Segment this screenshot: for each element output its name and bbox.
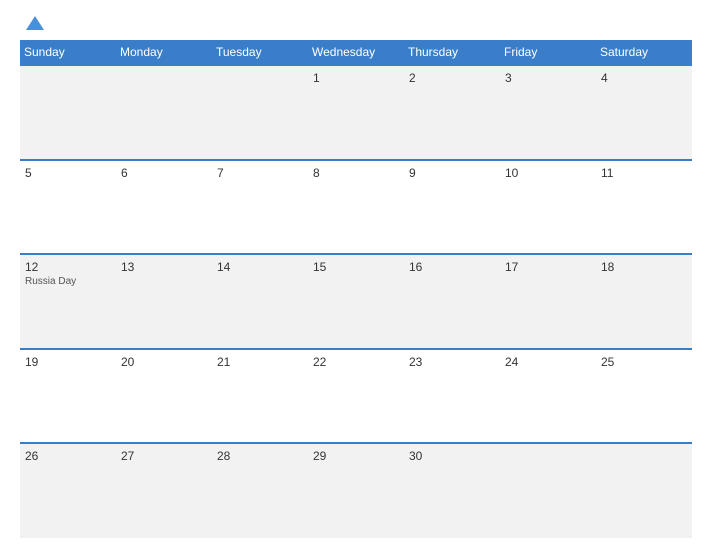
calendar-day: 6 (116, 160, 212, 255)
calendar-day: 23 (404, 349, 500, 444)
calendar-table: SundayMondayTuesdayWednesdayThursdayFrid… (20, 40, 692, 538)
calendar-day: 3 (500, 65, 596, 160)
weekday-header-saturday: Saturday (596, 40, 692, 65)
logo (20, 16, 50, 30)
calendar-day: 25 (596, 349, 692, 444)
calendar-day: 20 (116, 349, 212, 444)
calendar-day: 11 (596, 160, 692, 255)
calendar-day: 8 (308, 160, 404, 255)
weekday-header-friday: Friday (500, 40, 596, 65)
calendar-day: 4 (596, 65, 692, 160)
calendar-day: 17 (500, 254, 596, 349)
calendar-header: SundayMondayTuesdayWednesdayThursdayFrid… (20, 40, 692, 65)
calendar-day: 12Russia Day (20, 254, 116, 349)
calendar-body: 123456789101112Russia Day131415161718192… (20, 65, 692, 538)
weekday-header-row: SundayMondayTuesdayWednesdayThursdayFrid… (20, 40, 692, 65)
calendar-day: 29 (308, 443, 404, 538)
calendar-day: 13 (116, 254, 212, 349)
calendar-day: 21 (212, 349, 308, 444)
calendar-day (116, 65, 212, 160)
calendar-day: 1 (308, 65, 404, 160)
calendar-day: 7 (212, 160, 308, 255)
calendar-day: 10 (500, 160, 596, 255)
calendar-day: 18 (596, 254, 692, 349)
calendar-day: 19 (20, 349, 116, 444)
header (20, 16, 692, 30)
calendar-day-empty (20, 65, 116, 160)
calendar-day: 22 (308, 349, 404, 444)
weekday-header-monday: Monday (116, 40, 212, 65)
calendar-page: SundayMondayTuesdayWednesdayThursdayFrid… (0, 0, 712, 550)
calendar-day: 5 (20, 160, 116, 255)
calendar-week-row: 19202122232425 (20, 349, 692, 444)
weekday-header-thursday: Thursday (404, 40, 500, 65)
weekday-header-tuesday: Tuesday (212, 40, 308, 65)
weekday-header-wednesday: Wednesday (308, 40, 404, 65)
calendar-week-row: 2627282930 (20, 443, 692, 538)
calendar-day: 30 (404, 443, 500, 538)
calendar-week-row: 1234 (20, 65, 692, 160)
calendar-week-row: 567891011 (20, 160, 692, 255)
calendar-day-empty (596, 443, 692, 538)
calendar-day: 28 (212, 443, 308, 538)
calendar-day: 16 (404, 254, 500, 349)
calendar-day: 9 (404, 160, 500, 255)
calendar-day: 26 (20, 443, 116, 538)
calendar-day: 27 (116, 443, 212, 538)
calendar-day: 24 (500, 349, 596, 444)
weekday-header-sunday: Sunday (20, 40, 116, 65)
calendar-day (212, 65, 308, 160)
logo-triangle-icon (26, 16, 44, 30)
calendar-day-empty (500, 443, 596, 538)
calendar-day: 2 (404, 65, 500, 160)
calendar-day: 15 (308, 254, 404, 349)
calendar-week-row: 12Russia Day131415161718 (20, 254, 692, 349)
calendar-day: 14 (212, 254, 308, 349)
